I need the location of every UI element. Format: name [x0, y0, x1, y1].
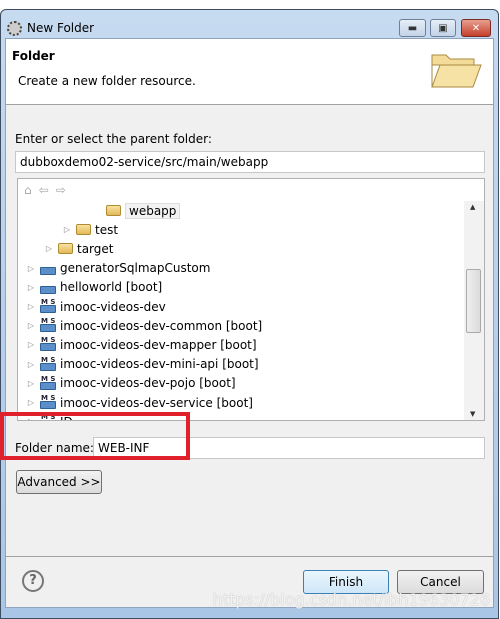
scroll-thumb[interactable] [466, 269, 481, 333]
expand-icon[interactable]: ▷ [26, 302, 36, 311]
tree-item[interactable]: ▷ M S imooc-videos-dev-pojo [boot] [26, 374, 236, 393]
tree-item[interactable]: ▷ test [62, 220, 118, 239]
expand-icon[interactable]: ▷ [26, 264, 36, 273]
help-icon[interactable]: ? [22, 570, 44, 592]
maven-project-icon: M S [40, 356, 56, 371]
tree-item[interactable]: ▷ M S imooc-videos-dev-common [boot] [26, 316, 262, 335]
watermark: https://blog.csdn.net/lbh19630726 [212, 590, 490, 609]
close-button[interactable]: ✕ [461, 19, 491, 37]
folder-icon [76, 224, 91, 236]
maven-project-icon: M S [40, 317, 56, 333]
eclipse-icon [7, 20, 22, 36]
folder-icon [106, 205, 121, 216]
tree-item[interactable]: ▷ M S imooc-videos-dev-service [boot] [26, 393, 253, 412]
tree-item[interactable]: webapp [92, 201, 181, 220]
home-icon[interactable]: ⌂ [24, 183, 32, 197]
scroll-down-icon[interactable]: ▼ [470, 410, 475, 418]
tree-item-label: webapp [125, 202, 181, 219]
tree-item-label: helloworld [boot] [60, 280, 163, 295]
expand-icon[interactable]: ▷ [26, 360, 36, 369]
folder-icon [58, 243, 73, 255]
scroll-up-icon[interactable]: ▲ [470, 203, 475, 211]
tree-item-label: test [95, 222, 119, 237]
maven-project-icon: M S [40, 336, 56, 352]
expand-icon[interactable]: ▷ [62, 225, 72, 234]
tree-item[interactable]: ▷ M S imooc-videos-dev [26, 297, 166, 316]
parent-folder-label: Enter or select the parent folder: [15, 132, 212, 146]
highlight-box [0, 412, 190, 460]
expand-icon[interactable]: ▷ [26, 321, 36, 330]
maximize-button[interactable]: ▣ [430, 19, 456, 37]
new-folder-dialog: New Folder ▬ ▣ ✕ Folder Create a new fol… [0, 9, 499, 619]
divider [6, 556, 493, 557]
tree-item-label: imooc-videos-dev-mapper [boot] [60, 337, 257, 352]
expand-icon[interactable]: ▷ [44, 244, 54, 253]
folder-tree: ⌂ ⇦ ⇨ webapp ▷ test ▷ target ▷ generatorSqlmap… [17, 178, 485, 421]
minimize-button[interactable]: ▬ [399, 19, 426, 37]
tree-item[interactable]: ▷ helloworld [boot] [26, 278, 162, 297]
expand-icon[interactable]: ▷ [26, 379, 36, 388]
window-title: New Folder [27, 21, 95, 35]
tree-item-label: target [77, 241, 114, 256]
tree-item-label: imooc-videos-dev-mini-api [boot] [60, 357, 259, 372]
tree-rows: webapp ▷ test ▷ target ▷ generatorSqlmapCustom… [18, 201, 464, 420]
header-title: Folder [12, 49, 55, 63]
dialog-body: Folder Create a new folder resource. Ent… [5, 38, 494, 608]
wizard-header: Folder Create a new folder resource. [6, 39, 493, 105]
tree-toolbar: ⌂ ⇦ ⇨ [24, 183, 66, 197]
forward-icon[interactable]: ⇨ [56, 183, 66, 197]
tree-item[interactable]: ▷ target [44, 239, 114, 258]
tree-item-label: imooc-videos-dev [60, 299, 166, 314]
maven-project-icon: M S [40, 375, 56, 390]
open-folder-icon [431, 54, 482, 88]
expand-icon[interactable]: ▷ [26, 340, 36, 349]
tree-item-label: generatorSqlmapCustom [60, 261, 211, 276]
tree-item-label: imooc-videos-dev-service [boot] [60, 395, 253, 410]
expand-icon[interactable]: ▷ [26, 398, 36, 407]
project-icon [40, 281, 56, 294]
tree-item-label: imooc-videos-dev-pojo [boot] [60, 376, 236, 391]
header-description: Create a new folder resource. [18, 74, 196, 88]
advanced-button[interactable]: Advanced >> [16, 470, 102, 494]
expand-icon[interactable]: ▷ [26, 283, 36, 292]
maven-project-icon: M S [40, 298, 56, 313]
maven-project-icon: M S [40, 394, 56, 409]
project-icon [40, 262, 56, 275]
tree-item[interactable]: ▷ M S imooc-videos-dev-mapper [boot] [26, 335, 257, 354]
tree-scrollbar[interactable]: ▲ ▼ [464, 201, 484, 420]
tree-item[interactable]: ▷ M S imooc-videos-dev-mini-api [boot] [26, 355, 259, 374]
back-icon[interactable]: ⇦ [39, 183, 49, 197]
title-bar: New Folder [7, 18, 94, 38]
tree-item-label: imooc-videos-dev-common [boot] [60, 318, 263, 333]
tree-item[interactable]: ▷ generatorSqlmapCustom [26, 259, 211, 278]
parent-folder-input[interactable]: dubboxdemo02-service/src/main/webapp [15, 151, 485, 173]
